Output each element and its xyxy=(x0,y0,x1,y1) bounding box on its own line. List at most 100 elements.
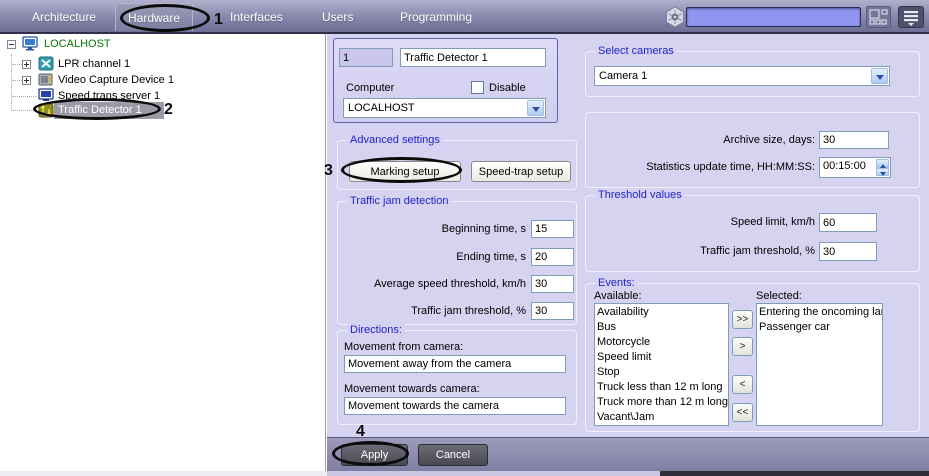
list-item[interactable]: Bus xyxy=(595,320,728,335)
group-title: Directions: xyxy=(347,324,405,337)
expand-plus-icon[interactable] xyxy=(22,76,31,85)
archive-settings-group: Archive size, days: Statistics update ti… xyxy=(585,112,920,188)
movement-towards-camera-field[interactable] xyxy=(344,397,566,415)
available-label: Available: xyxy=(594,290,642,302)
beginning-time-field[interactable] xyxy=(531,220,574,238)
archive-size-label: Archive size, days: xyxy=(723,134,815,146)
collapse-minus-icon[interactable] xyxy=(7,40,16,49)
directions-group: Directions: Movement from camera: Moveme… xyxy=(337,324,577,425)
movement-from-camera-field[interactable] xyxy=(344,355,566,373)
layout-grid-button[interactable] xyxy=(866,6,891,28)
object-tree-panel: LOCALHOST LPR channel 1 Video Capture De… xyxy=(0,34,326,471)
group-title: Threshold values xyxy=(595,189,685,202)
list-item[interactable]: Entering the oncoming lane xyxy=(757,305,882,320)
search-input[interactable] xyxy=(686,7,861,27)
tree-item-localhost[interactable]: LOCALHOST xyxy=(44,38,111,50)
top-menu-bar: Architecture Hardware Interfaces Users P… xyxy=(0,0,929,34)
average-speed-threshold-field[interactable] xyxy=(531,275,574,293)
speed-server-icon xyxy=(38,88,54,101)
tree-item-video-capture-device[interactable]: Video Capture Device 1 xyxy=(58,74,174,86)
statistics-update-time-value: 00:15:00 xyxy=(823,160,866,172)
video-capture-icon xyxy=(38,73,53,86)
archive-size-field[interactable] xyxy=(819,131,889,149)
list-item[interactable]: Truck less than 12 m long xyxy=(595,380,728,395)
tree-item-label: LOCALHOST xyxy=(44,38,111,50)
window-edge xyxy=(660,471,929,476)
cancel-button[interactable]: Cancel xyxy=(418,444,488,466)
tab-hardware[interactable]: Hardware xyxy=(116,11,192,25)
hamburger-menu-icon xyxy=(904,11,918,26)
computer-label: Computer xyxy=(346,82,395,94)
chevron-down-icon[interactable] xyxy=(527,100,544,116)
marking-setup-button[interactable]: Marking setup xyxy=(349,161,461,182)
group-title: Traffic jam detection xyxy=(347,195,452,208)
object-id-field[interactable] xyxy=(339,48,393,67)
spinner-up-icon[interactable] xyxy=(876,159,889,168)
list-item[interactable]: Availability xyxy=(595,305,728,320)
group-title: Select cameras xyxy=(595,45,677,58)
traffic-jam-threshold-label: Traffic jam threshold, % xyxy=(411,305,526,317)
tab-hardware-active-box[interactable]: Hardware xyxy=(115,3,193,31)
traffic-jam-detection-group: Traffic jam detection Beginning time, s … xyxy=(337,195,577,325)
tree-connector xyxy=(12,64,22,65)
beginning-time-label: Beginning time, s xyxy=(441,223,526,235)
hexagon-nut-icon xyxy=(664,6,686,28)
window-edge xyxy=(0,471,327,476)
identification-box: Computer Disable LOCALHOST xyxy=(333,38,558,123)
tab-architecture[interactable]: Architecture xyxy=(32,10,96,24)
time-spinner[interactable] xyxy=(876,159,889,176)
object-name-field[interactable] xyxy=(400,48,546,67)
tree-item-label: Speed trans server 1 xyxy=(58,90,161,102)
statistics-update-time-field[interactable]: 00:15:00 xyxy=(819,157,891,178)
window-edge xyxy=(327,471,660,476)
list-item[interactable]: Truck more than 12 m long xyxy=(595,395,728,410)
lpr-channel-icon xyxy=(38,56,54,71)
list-item[interactable]: Vacant\Jam xyxy=(595,410,728,425)
grid-layout-icon xyxy=(869,9,888,25)
movement-from-camera-label: Movement from camera: xyxy=(344,341,464,353)
selected-events-list[interactable]: Entering the oncoming lane Passenger car xyxy=(756,303,883,426)
threshold-jam-label: Traffic jam threshold, % xyxy=(700,245,815,257)
application-window: Architecture Hardware Interfaces Users P… xyxy=(0,0,929,476)
apply-button[interactable]: Apply xyxy=(341,444,408,466)
camera-select-value: Camera 1 xyxy=(599,70,648,82)
list-item[interactable]: Stop xyxy=(595,365,728,380)
list-item[interactable]: Speed limit xyxy=(595,350,728,365)
add-event-button[interactable]: > xyxy=(732,337,753,356)
tab-programming[interactable]: Programming xyxy=(400,10,472,24)
computer-select-value: LOCALHOST xyxy=(348,102,415,114)
events-group: Events: Available: Selected: Availabilit… xyxy=(585,277,920,432)
menu-button[interactable] xyxy=(898,6,924,28)
remove-event-button[interactable]: < xyxy=(732,375,753,394)
disable-checkbox[interactable] xyxy=(471,81,484,94)
computer-icon xyxy=(22,36,38,51)
tree-item-traffic-detector[interactable]: Traffic Detector 1 xyxy=(58,104,142,116)
spinner-down-icon[interactable] xyxy=(876,167,889,176)
tab-interfaces[interactable]: Interfaces xyxy=(230,10,283,24)
list-item[interactable]: Passenger car xyxy=(757,320,882,335)
threshold-jam-field[interactable] xyxy=(819,242,877,261)
list-item[interactable]: Motorcycle xyxy=(595,335,728,350)
add-all-events-button[interactable]: >> xyxy=(732,310,753,329)
expand-plus-icon[interactable] xyxy=(22,60,31,69)
statistics-update-time-label: Statistics update time, HH:MM:SS: xyxy=(646,161,815,173)
tree-item-label: LPR channel 1 xyxy=(58,58,131,70)
select-cameras-group: Select cameras Camera 1 xyxy=(585,45,920,97)
chevron-down-icon[interactable] xyxy=(871,68,888,84)
group-title: Advanced settings xyxy=(347,134,443,147)
camera-select[interactable]: Camera 1 xyxy=(594,66,890,86)
available-events-list[interactable]: Availability Bus Motorcycle Speed limit … xyxy=(594,303,729,426)
tab-users[interactable]: Users xyxy=(322,10,353,24)
speed-limit-label: Speed limit, km/h xyxy=(730,216,815,228)
remove-all-events-button[interactable]: << xyxy=(732,403,753,422)
tree-item-lpr-channel[interactable]: LPR channel 1 xyxy=(58,58,130,70)
speed-trap-setup-button[interactable]: Speed-trap setup xyxy=(471,161,571,182)
tree-item-speed-trans-server[interactable]: Speed trans server 1 xyxy=(58,90,160,102)
traffic-jam-threshold-field[interactable] xyxy=(531,302,574,320)
tree-connector xyxy=(12,110,36,111)
speed-limit-field[interactable] xyxy=(819,213,877,232)
ending-time-field[interactable] xyxy=(531,248,574,266)
tree-item-label: Video Capture Device 1 xyxy=(58,74,174,86)
tree-connector xyxy=(11,54,12,110)
computer-select[interactable]: LOCALHOST xyxy=(343,98,546,118)
